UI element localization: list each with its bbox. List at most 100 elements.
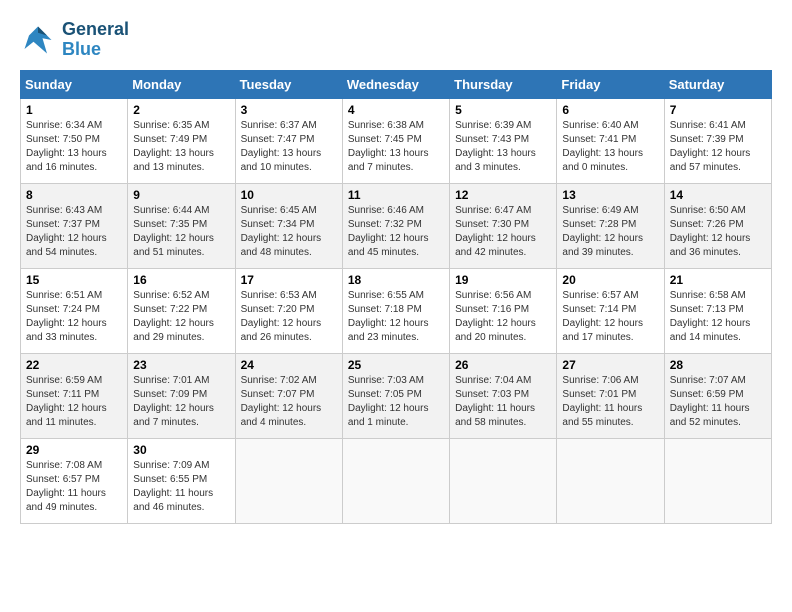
day-number: 13 [562, 188, 658, 202]
weekday-header-sunday: Sunday [21, 70, 128, 98]
day-info: Sunrise: 6:49 AM Sunset: 7:28 PM Dayligh… [562, 204, 658, 260]
day-number: 18 [348, 273, 444, 287]
day-number: 5 [455, 103, 551, 117]
calendar-cell: 13 Sunrise: 6:49 AM Sunset: 7:28 PM Dayli… [557, 183, 664, 268]
day-info: Sunrise: 6:59 AM Sunset: 7:11 PM Dayligh… [26, 374, 122, 430]
day-number: 7 [670, 103, 766, 117]
day-number: 6 [562, 103, 658, 117]
day-number: 15 [26, 273, 122, 287]
day-info: Sunrise: 6:40 AM Sunset: 7:41 PM Dayligh… [562, 119, 658, 175]
day-info: Sunrise: 6:52 AM Sunset: 7:22 PM Dayligh… [133, 289, 229, 345]
day-number: 17 [241, 273, 337, 287]
calendar-cell: 11 Sunrise: 6:46 AM Sunset: 7:32 PM Dayli… [342, 183, 449, 268]
week-row-3: 15 Sunrise: 6:51 AM Sunset: 7:24 PM Dayli… [21, 268, 772, 353]
calendar-cell: 9Sunrise: 6:44 AM Sunset: 7:35 PM Daylig… [128, 183, 235, 268]
day-number: 12 [455, 188, 551, 202]
day-number: 10 [241, 188, 337, 202]
day-number: 3 [241, 103, 337, 117]
calendar-cell: 18 Sunrise: 6:55 AM Sunset: 7:18 PM Dayli… [342, 268, 449, 353]
day-info: Sunrise: 6:41 AM Sunset: 7:39 PM Dayligh… [670, 119, 766, 175]
day-info: Sunrise: 6:56 AM Sunset: 7:16 PM Dayligh… [455, 289, 551, 345]
weekday-header-monday: Monday [128, 70, 235, 98]
calendar-cell [664, 438, 771, 523]
week-row-1: 1 Sunrise: 6:34 AM Sunset: 7:50 PM Daylig… [21, 98, 772, 183]
calendar-cell: 29 Sunrise: 7:08 AM Sunset: 6:57 PM Dayli… [21, 438, 128, 523]
day-info: Sunrise: 6:45 AM Sunset: 7:34 PM Dayligh… [241, 204, 337, 260]
day-number: 14 [670, 188, 766, 202]
day-info: Sunrise: 6:53 AM Sunset: 7:20 PM Dayligh… [241, 289, 337, 345]
day-info: Sunrise: 6:46 AM Sunset: 7:32 PM Dayligh… [348, 204, 444, 260]
day-info: Sunrise: 6:34 AM Sunset: 7:50 PM Dayligh… [26, 119, 122, 175]
day-info: Sunrise: 6:55 AM Sunset: 7:18 PM Dayligh… [348, 289, 444, 345]
day-number: 22 [26, 358, 122, 372]
day-number: 16 [133, 273, 229, 287]
day-number: 29 [26, 443, 122, 457]
day-number: 23 [133, 358, 229, 372]
calendar-cell: 15 Sunrise: 6:51 AM Sunset: 7:24 PM Dayli… [21, 268, 128, 353]
calendar-cell: 30 Sunrise: 7:09 AM Sunset: 6:55 PM Dayli… [128, 438, 235, 523]
calendar-cell [342, 438, 449, 523]
day-info: Sunrise: 6:47 AM Sunset: 7:30 PM Dayligh… [455, 204, 551, 260]
calendar-cell: 25 Sunrise: 7:03 AM Sunset: 7:05 PM Dayli… [342, 353, 449, 438]
calendar-cell: 21 Sunrise: 6:58 AM Sunset: 7:13 PM Dayli… [664, 268, 771, 353]
day-info: Sunrise: 6:39 AM Sunset: 7:43 PM Dayligh… [455, 119, 551, 175]
calendar-cell [450, 438, 557, 523]
calendar-cell [557, 438, 664, 523]
day-number: 21 [670, 273, 766, 287]
weekday-header-friday: Friday [557, 70, 664, 98]
day-number: 30 [133, 443, 229, 457]
calendar-cell: 14 Sunrise: 6:50 AM Sunset: 7:26 PM Dayli… [664, 183, 771, 268]
day-number: 26 [455, 358, 551, 372]
day-number: 24 [241, 358, 337, 372]
day-info: Sunrise: 7:07 AM Sunset: 6:59 PM Dayligh… [670, 374, 766, 430]
calendar-cell: 23 Sunrise: 7:01 AM Sunset: 7:09 PM Dayli… [128, 353, 235, 438]
calendar-cell: 5 Sunrise: 6:39 AM Sunset: 7:43 PM Daylig… [450, 98, 557, 183]
week-row-2: 8Sunrise: 6:43 AM Sunset: 7:37 PM Daylig… [21, 183, 772, 268]
day-info: Sunrise: 6:35 AM Sunset: 7:49 PM Dayligh… [133, 119, 229, 175]
week-row-5: 29 Sunrise: 7:08 AM Sunset: 6:57 PM Dayli… [21, 438, 772, 523]
day-number: 19 [455, 273, 551, 287]
weekday-header-thursday: Thursday [450, 70, 557, 98]
day-info: Sunrise: 6:43 AM Sunset: 7:37 PM Dayligh… [26, 204, 122, 260]
weekday-header-saturday: Saturday [664, 70, 771, 98]
day-info: Sunrise: 6:50 AM Sunset: 7:26 PM Dayligh… [670, 204, 766, 260]
calendar-cell: 27 Sunrise: 7:06 AM Sunset: 7:01 PM Dayli… [557, 353, 664, 438]
weekday-header-row: SundayMondayTuesdayWednesdayThursdayFrid… [21, 70, 772, 98]
calendar-cell: 19 Sunrise: 6:56 AM Sunset: 7:16 PM Dayli… [450, 268, 557, 353]
week-row-4: 22 Sunrise: 6:59 AM Sunset: 7:11 PM Dayli… [21, 353, 772, 438]
calendar-cell: 26 Sunrise: 7:04 AM Sunset: 7:03 PM Dayli… [450, 353, 557, 438]
day-info: Sunrise: 7:06 AM Sunset: 7:01 PM Dayligh… [562, 374, 658, 430]
weekday-header-wednesday: Wednesday [342, 70, 449, 98]
day-info: Sunrise: 6:58 AM Sunset: 7:13 PM Dayligh… [670, 289, 766, 345]
day-number: 2 [133, 103, 229, 117]
day-info: Sunrise: 7:09 AM Sunset: 6:55 PM Dayligh… [133, 459, 229, 515]
calendar-cell: 10 Sunrise: 6:45 AM Sunset: 7:34 PM Dayli… [235, 183, 342, 268]
calendar-cell: 28 Sunrise: 7:07 AM Sunset: 6:59 PM Dayli… [664, 353, 771, 438]
page-header: General Blue [20, 20, 772, 60]
day-info: Sunrise: 6:38 AM Sunset: 7:45 PM Dayligh… [348, 119, 444, 175]
day-number: 1 [26, 103, 122, 117]
calendar-cell: 20 Sunrise: 6:57 AM Sunset: 7:14 PM Dayli… [557, 268, 664, 353]
day-number: 11 [348, 188, 444, 202]
day-number: 25 [348, 358, 444, 372]
day-info: Sunrise: 6:57 AM Sunset: 7:14 PM Dayligh… [562, 289, 658, 345]
logo: General Blue [20, 20, 129, 60]
day-number: 4 [348, 103, 444, 117]
calendar-cell: 17 Sunrise: 6:53 AM Sunset: 7:20 PM Dayli… [235, 268, 342, 353]
day-number: 20 [562, 273, 658, 287]
calendar-cell: 22 Sunrise: 6:59 AM Sunset: 7:11 PM Dayli… [21, 353, 128, 438]
calendar-cell: 2 Sunrise: 6:35 AM Sunset: 7:49 PM Daylig… [128, 98, 235, 183]
day-info: Sunrise: 7:04 AM Sunset: 7:03 PM Dayligh… [455, 374, 551, 430]
weekday-header-tuesday: Tuesday [235, 70, 342, 98]
logo-icon [20, 22, 56, 58]
day-info: Sunrise: 6:37 AM Sunset: 7:47 PM Dayligh… [241, 119, 337, 175]
day-info: Sunrise: 7:02 AM Sunset: 7:07 PM Dayligh… [241, 374, 337, 430]
day-info: Sunrise: 7:03 AM Sunset: 7:05 PM Dayligh… [348, 374, 444, 430]
calendar-cell: 6 Sunrise: 6:40 AM Sunset: 7:41 PM Daylig… [557, 98, 664, 183]
day-info: Sunrise: 7:01 AM Sunset: 7:09 PM Dayligh… [133, 374, 229, 430]
calendar-cell: 8Sunrise: 6:43 AM Sunset: 7:37 PM Daylig… [21, 183, 128, 268]
day-info: Sunrise: 7:08 AM Sunset: 6:57 PM Dayligh… [26, 459, 122, 515]
day-number: 27 [562, 358, 658, 372]
day-info: Sunrise: 6:51 AM Sunset: 7:24 PM Dayligh… [26, 289, 122, 345]
day-number: 28 [670, 358, 766, 372]
